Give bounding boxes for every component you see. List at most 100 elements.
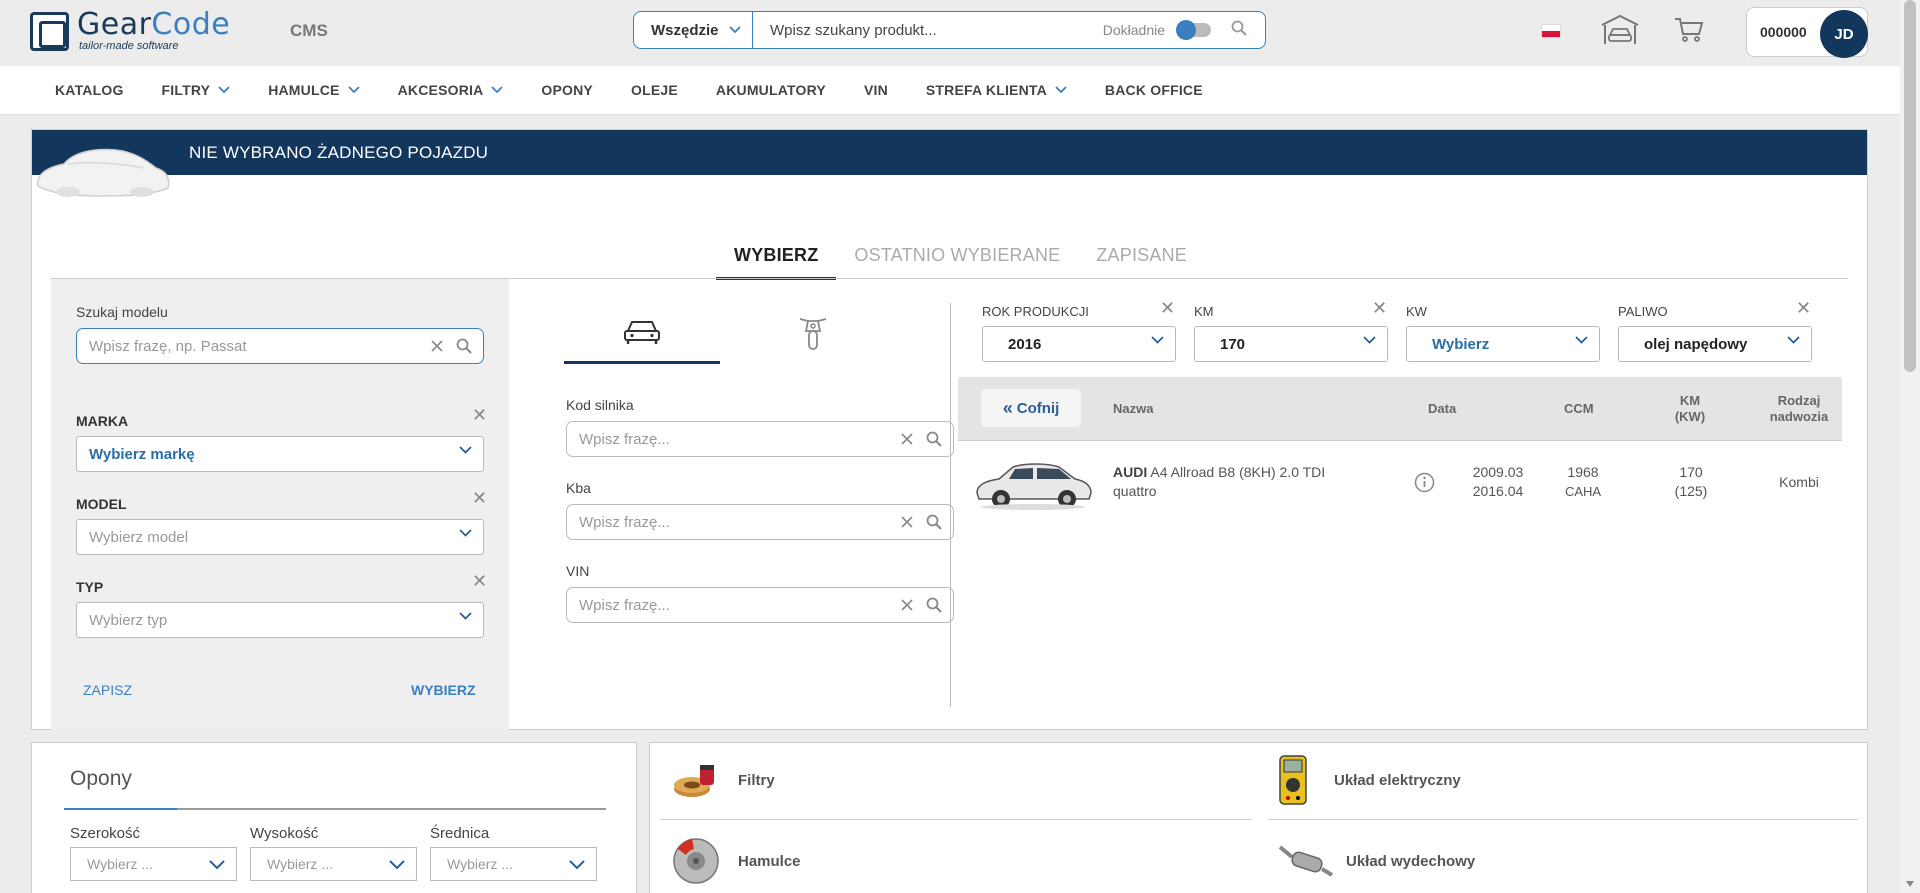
clear-icon[interactable] <box>900 598 914 612</box>
account-button[interactable]: 000000 JD <box>1746 7 1868 58</box>
scroll-down-icon[interactable] <box>1906 881 1914 887</box>
fuel-select[interactable]: olej napędowy <box>1618 326 1812 362</box>
chevron-down-icon <box>1363 336 1376 344</box>
logo-icon <box>30 11 69 51</box>
type-select[interactable]: Wybierz typ <box>76 602 484 638</box>
clear-model-icon[interactable]: ✕ <box>472 488 487 509</box>
clear-icon[interactable] <box>900 515 914 529</box>
engine-code-input[interactable]: Wpisz frazę... <box>566 421 954 457</box>
results-header: « Cofnij Nazwa Data CCM KM (KW) Rodzaj n… <box>958 377 1842 441</box>
tyre-width-label: Szerokość <box>70 825 141 842</box>
fuel-label: PALIWO <box>1618 304 1668 319</box>
brand-select[interactable]: Wybierz markę <box>76 436 484 472</box>
model-label: MODEL <box>76 496 127 512</box>
clear-icon[interactable] <box>430 339 444 353</box>
logo[interactable]: GearCode tailor-made software <box>30 10 230 52</box>
search-icon[interactable] <box>926 597 942 613</box>
search-input[interactable]: Wpisz szukany produkt... <box>753 22 1103 39</box>
category-exhaust[interactable]: Układ wydechowy <box>1278 839 1475 883</box>
search-icon[interactable] <box>926 431 942 447</box>
year-label: ROK PRODUKCJI <box>982 304 1089 319</box>
col-ccm: CCM <box>1564 401 1594 416</box>
search-model-input[interactable]: Wpisz frazę, np. Passat <box>76 328 484 364</box>
search-scope-value: Wszędzie <box>651 21 719 39</box>
nav-item-vin[interactable]: VIN <box>864 82 888 98</box>
kba-input[interactable]: Wpisz frazę... <box>566 504 954 540</box>
table-row[interactable]: AUDI A4 Allroad B8 (8KH) 2.0 TDI quattro… <box>958 442 1842 522</box>
car-icon[interactable] <box>622 317 662 347</box>
vehicle-header-title: NIE WYBRANO ŻADNEGO POJAZDU <box>189 142 489 162</box>
tab-saved[interactable]: ZAPISANE <box>1078 238 1205 280</box>
flag-pl-icon[interactable] <box>1541 24 1561 38</box>
cart-icon[interactable] <box>1674 16 1704 48</box>
page-scrollbar[interactable] <box>1900 0 1920 893</box>
tab-recent[interactable]: OSTATNIO WYBIERANE <box>836 238 1078 280</box>
clear-type-icon[interactable]: ✕ <box>472 571 487 592</box>
tyre-width-select[interactable]: Wybierz ... <box>70 847 237 881</box>
chevron-down-icon <box>569 860 585 870</box>
search-icon[interactable] <box>926 514 942 530</box>
chevron-down-icon <box>347 86 360 94</box>
clear-km-icon[interactable]: ✕ <box>1372 298 1387 319</box>
main-nav: KATALOG FILTRY HAMULCE AKCESORIA OPONY OLEJE A… <box>0 66 1900 115</box>
scrollbar-thumb[interactable] <box>1904 0 1916 372</box>
identifier-column: Kod silnika Wpisz frazę... Kba Wpisz fra… <box>509 279 954 730</box>
nav-item-hamulce[interactable]: HAMULCE <box>268 82 360 98</box>
col-date: Data <box>1428 401 1457 416</box>
model-select[interactable]: Wybierz model <box>76 519 484 555</box>
clear-fuel-icon[interactable]: ✕ <box>1796 298 1811 319</box>
info-icon[interactable] <box>1414 472 1435 493</box>
account-number: 000000 <box>1760 24 1807 40</box>
nav-item-katalog[interactable]: KATALOG <box>55 82 124 98</box>
exact-toggle[interactable] <box>1176 20 1211 40</box>
engine-code-label: Kod silnika <box>566 397 634 413</box>
vin-input[interactable]: Wpisz frazę... <box>566 587 954 623</box>
chevron-down-icon <box>1787 336 1800 344</box>
type-label: TYP <box>76 579 104 595</box>
search-icon[interactable] <box>456 338 472 354</box>
cms-link[interactable]: CMS <box>290 21 328 41</box>
choose-link[interactable]: WYBIERZ <box>411 682 476 698</box>
avatar[interactable]: JD <box>1820 10 1868 58</box>
save-link[interactable]: ZAPISZ <box>83 682 132 698</box>
category-electrical[interactable]: Układ elektryczny <box>1278 755 1461 805</box>
garage-icon[interactable] <box>1600 13 1640 51</box>
double-chevron-left-icon: « <box>1002 397 1013 418</box>
category-brakes[interactable]: Hamulce <box>670 835 801 887</box>
nav-item-filtry[interactable]: FILTRY <box>162 82 231 98</box>
nav-item-akcesoria[interactable]: AKCESORIA <box>398 82 504 98</box>
category-filters[interactable]: Filtry <box>670 759 775 801</box>
clear-icon[interactable] <box>900 432 914 446</box>
chevron-down-icon <box>209 860 225 870</box>
year-select[interactable]: 2016 <box>982 326 1176 362</box>
nav-item-opony[interactable]: OPONY <box>541 82 593 98</box>
nav-item-akumulatory[interactable]: AKUMULATORY <box>716 82 826 98</box>
search-button[interactable] <box>1231 20 1251 40</box>
col-km: KM (KW) <box>1674 393 1706 424</box>
tyre-diameter-label: Średnica <box>430 825 490 842</box>
clear-brand-icon[interactable]: ✕ <box>472 405 487 426</box>
chevron-down-icon <box>1575 336 1588 344</box>
result-body: Kombi <box>1779 474 1819 490</box>
col-body: Rodzaj nadwozia <box>1769 393 1829 424</box>
vehicle-selector-panel: NIE WYBRANO ŻADNEGO POJAZDU WYBIERZ OSTA… <box>31 129 1868 730</box>
tab-choose[interactable]: WYBIERZ <box>716 238 837 280</box>
tyre-diameter-select[interactable]: Wybierz ... <box>430 847 597 881</box>
vin-label: VIN <box>566 563 590 579</box>
chevron-down-icon <box>459 446 472 454</box>
chevron-down-icon <box>1151 336 1164 344</box>
chevron-down-icon <box>491 86 504 94</box>
motorcycle-icon[interactable] <box>796 311 830 353</box>
tyre-height-select[interactable]: Wybierz ... <box>250 847 417 881</box>
tyres-title: Opony <box>70 767 132 790</box>
nav-item-oleje[interactable]: OLEJE <box>631 82 678 98</box>
kw-select[interactable]: Wybierz <box>1406 326 1600 362</box>
nav-item-strefa-klienta[interactable]: STREFA KLIENTA <box>926 82 1067 98</box>
back-button[interactable]: « Cofnij <box>981 389 1081 427</box>
clear-year-icon[interactable]: ✕ <box>1160 298 1175 319</box>
kw-label: KW <box>1406 304 1427 319</box>
exact-label: Dokładnie <box>1102 22 1165 38</box>
km-select[interactable]: 170 <box>1194 326 1388 362</box>
search-scope-select[interactable]: Wszędzie <box>634 12 753 48</box>
nav-item-back-office[interactable]: BACK OFFICE <box>1105 82 1203 98</box>
